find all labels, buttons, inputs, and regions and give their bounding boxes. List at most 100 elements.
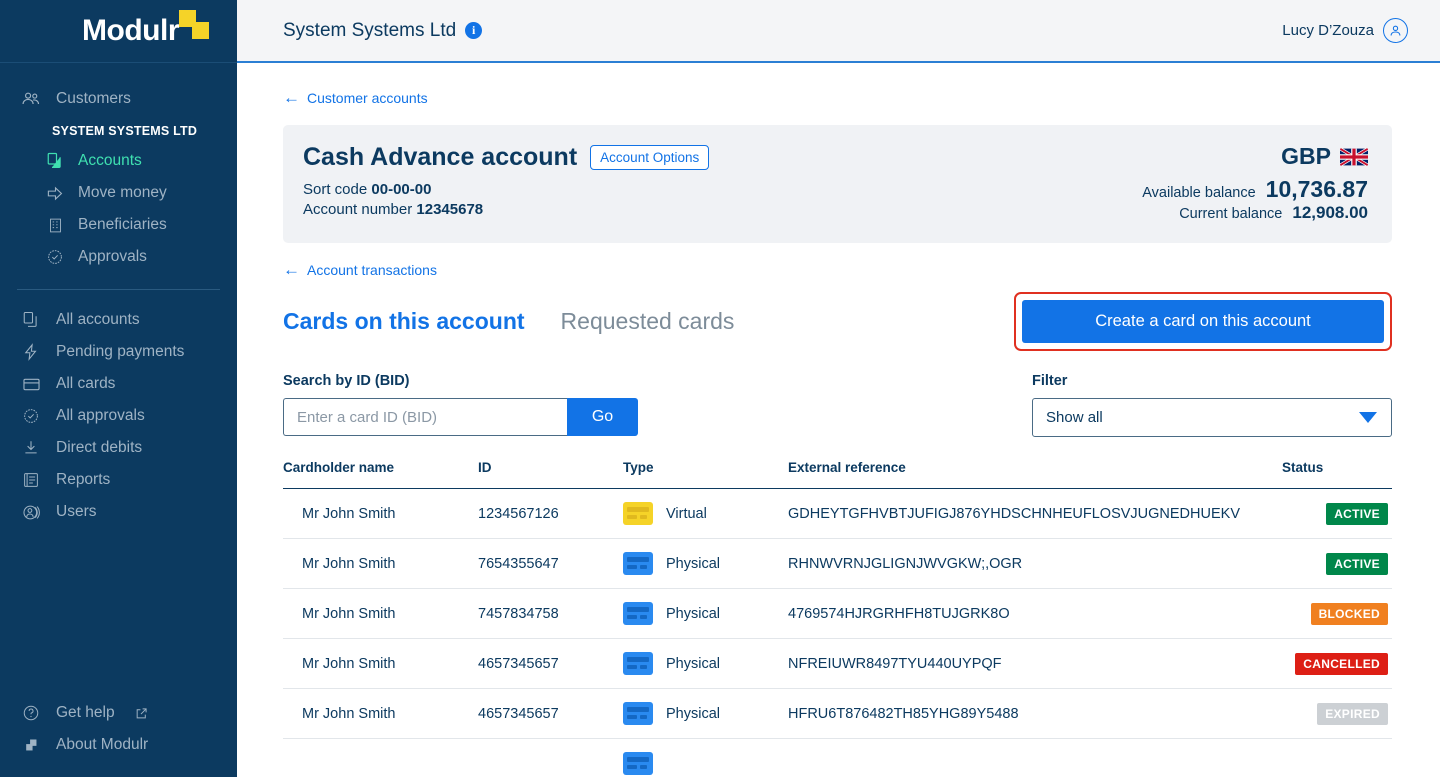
th-external-reference: External reference: [788, 460, 1282, 489]
filter-label: Filter: [1032, 373, 1068, 389]
sidebar-item-label: Reports: [56, 471, 111, 488]
cell-cardholder-name: Mr John Smith: [283, 588, 478, 639]
sidebar-item-reports[interactable]: Reports: [0, 464, 237, 496]
filter-select[interactable]: Show all: [1032, 398, 1392, 437]
user-menu[interactable]: Lucy D’Zouza: [1282, 18, 1408, 43]
table-row[interactable]: Mr John Smith 7654355647 Physical RHNWVR…: [283, 538, 1392, 589]
cell-cardholder-name: Mr John Smith: [283, 688, 478, 739]
tabs: Cards on this account Requested cards: [283, 308, 734, 335]
sidebar-item-approvals[interactable]: Approvals: [0, 241, 237, 273]
filters-row: Search by ID (BID) Go Filter Show all: [283, 373, 1392, 437]
sidebar-item-all-accounts[interactable]: All accounts: [0, 304, 237, 336]
sidebar-item-label: Get help: [56, 704, 115, 721]
sidebar-item-move-money[interactable]: Move money: [0, 177, 237, 209]
cell-external-reference: RHNWVRNJGLIGNJWVGKW;,OGR: [788, 538, 1282, 589]
table-row[interactable]: Mr John Smith 4657345657 Physical HFRU6T…: [283, 688, 1392, 739]
cell-status: [1282, 738, 1392, 777]
sidebar-item-about-modulr[interactable]: About Modulr: [0, 729, 237, 761]
sidebar-customer-title: SYSTEM SYSTEMS LTD: [52, 124, 198, 138]
search-box: Go: [283, 398, 638, 436]
cell-type: [623, 738, 788, 777]
move-money-icon: [44, 182, 66, 204]
avatar: [1383, 18, 1408, 43]
tabs-row: Cards on this account Requested cards Cr…: [283, 292, 1392, 351]
sidebar-item-beneficiaries[interactable]: Beneficiaries: [0, 209, 237, 241]
sidebar-item-get-help[interactable]: Get help: [0, 697, 237, 729]
sidebar-item-users[interactable]: Users: [0, 496, 237, 528]
status-badge: ACTIVE: [1326, 552, 1388, 575]
sidebar-item-label: All cards: [56, 375, 116, 392]
breadcrumb-label: Customer accounts: [307, 89, 428, 106]
table-row[interactable]: Mr John Smith 7457834758 Physical 476957…: [283, 588, 1392, 639]
sidebar-item-label: Move money: [78, 184, 167, 201]
sort-code-value: 00-00-00: [371, 181, 432, 198]
cell-status: ACTIVE: [1282, 488, 1392, 539]
sidebar-item-all-cards[interactable]: All cards: [0, 368, 237, 400]
chevron-down-icon: [1359, 412, 1377, 423]
search-label: Search by ID (BID): [283, 373, 410, 389]
about-icon: [20, 734, 42, 756]
tab-cards-on-this-account[interactable]: Cards on this account: [283, 308, 525, 335]
help-icon: [20, 702, 42, 724]
account-options-button[interactable]: Account Options: [590, 145, 710, 170]
cell-external-reference: GDHEYTGFHVBTJUFIGJ876YHDSCHNHEUFLOSVJUGN…: [788, 488, 1282, 539]
all-approvals-icon: [20, 405, 42, 427]
cell-cardholder-name: [283, 738, 478, 777]
cell-id: 4657345657: [478, 688, 623, 739]
physical-card-icon: [623, 652, 653, 675]
search-input[interactable]: [283, 398, 567, 436]
user-name: Lucy D’Zouza: [1282, 22, 1374, 39]
sidebar-item-label: Accounts: [78, 152, 142, 169]
cell-id: 1234567126: [478, 488, 623, 539]
th-status: Status: [1282, 460, 1392, 489]
sidebar-item-customers[interactable]: Customers: [0, 83, 237, 115]
sidebar-item-label: Users: [56, 503, 97, 520]
create-card-highlight: Create a card on this account: [1014, 292, 1392, 351]
sidebar-item-accounts[interactable]: Accounts: [0, 145, 237, 177]
filter-group: Filter Show all: [1032, 373, 1392, 437]
page-title-text: System Systems Ltd: [283, 19, 457, 41]
account-details: Cash Advance account Account Options Sor…: [303, 143, 710, 218]
physical-card-icon: [623, 602, 653, 625]
sidebar-item-direct-debits[interactable]: Direct debits: [0, 432, 237, 464]
info-icon[interactable]: i: [465, 22, 483, 39]
tab-requested-cards[interactable]: Requested cards: [561, 308, 735, 335]
page-title: System Systems Ltd i: [283, 19, 483, 42]
account-balances: GBP Available balance 10,736.87 Current …: [1142, 143, 1368, 223]
back-arrow-icon: ←: [283, 88, 300, 107]
physical-card-icon: [623, 702, 653, 725]
account-number-line: Account number 12345678: [303, 201, 709, 218]
cell-id: 4657345657: [478, 638, 623, 689]
cell-cardholder-name: Mr John Smith: [283, 638, 478, 689]
table-row[interactable]: Mr John Smith 1234567126 Virtual GDHEYTG…: [283, 488, 1392, 539]
cell-type-label: Virtual: [666, 505, 707, 522]
account-number-value: 12345678: [416, 201, 484, 218]
sort-code-label: Sort code: [303, 181, 368, 198]
sidebar-item-all-approvals[interactable]: All approvals: [0, 400, 237, 432]
reports-icon: [20, 469, 42, 491]
approvals-icon: [44, 246, 66, 268]
cell-external-reference: HFRU6T876482TH85YHG89Y5488: [788, 688, 1282, 739]
th-id: ID: [478, 460, 623, 489]
cell-external-reference: 4769574HJRGRHFH8TUJGRK8O: [788, 588, 1282, 639]
cell-status: CANCELLED: [1282, 638, 1392, 689]
uk-flag-icon: [1340, 147, 1368, 166]
table-row[interactable]: Mr John Smith 4657345657 Physical NFREIU…: [283, 638, 1392, 689]
back-arrow-icon: ←: [283, 260, 300, 279]
sidebar-item-label: Beneficiaries: [78, 216, 167, 233]
search-go-button[interactable]: Go: [567, 398, 638, 436]
cell-type-label: Physical: [666, 555, 720, 572]
brand-logo[interactable]: Modulr: [0, 0, 237, 63]
sidebar-item-pending-payments[interactable]: Pending payments: [0, 336, 237, 368]
cell-type: Physical: [623, 638, 788, 689]
table-header-row: Cardholder name ID Type External referen…: [283, 460, 1392, 489]
all-cards-icon: [20, 373, 42, 395]
logo-square-icon: [192, 22, 209, 39]
account-transactions-link[interactable]: ← Account transactions: [283, 261, 437, 278]
cards-table: Cardholder name ID Type External referen…: [283, 460, 1392, 777]
account-title-row: Cash Advance account Account Options: [303, 143, 710, 172]
create-card-button[interactable]: Create a card on this account: [1022, 300, 1384, 343]
table-row[interactable]: [283, 738, 1392, 777]
filter-selected-value: Show all: [1046, 409, 1103, 426]
breadcrumb[interactable]: ← Customer accounts: [283, 89, 428, 106]
